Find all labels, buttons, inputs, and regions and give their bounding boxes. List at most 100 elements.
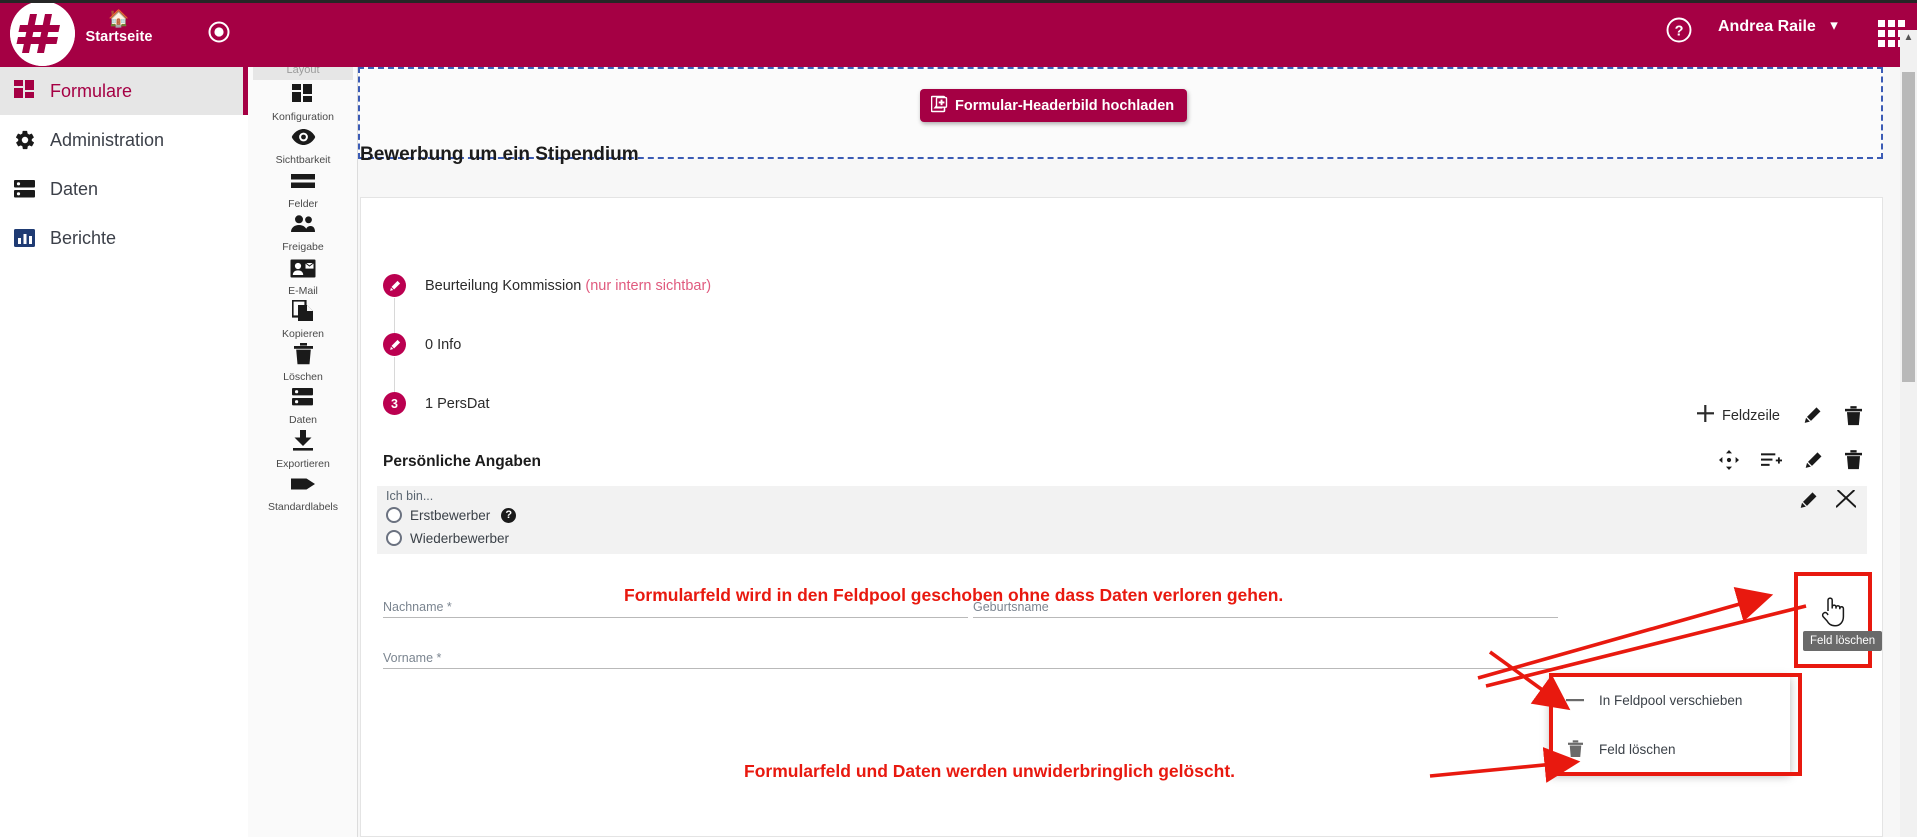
- page-title: Bewerbung um ein Stipendium: [360, 144, 639, 165]
- input-underline: [383, 617, 968, 618]
- rail-item-exportieren[interactable]: Exportieren: [248, 428, 358, 472]
- annotation-text-geloescht: Formularfeld und Daten werden unwiderbri…: [744, 761, 1236, 781]
- upload-header-image-button[interactable]: Formular-Headerbild hochladen: [920, 89, 1188, 122]
- secondary-icon-rail: Layout Konfiguration Sichtbarkeit Felder…: [248, 58, 358, 837]
- section-badge-pencil[interactable]: [383, 333, 406, 356]
- rail-item-label: Felder: [288, 198, 318, 210]
- close-x-icon[interactable]: [1836, 490, 1856, 510]
- mouse-pointer-hand-icon: [1821, 595, 1847, 634]
- section-note: (nur intern sichtbar): [585, 277, 712, 294]
- radio-option-erstbewerber[interactable]: Erstbewerber ?: [386, 507, 517, 523]
- sidebar-item-label: Formulare: [50, 80, 133, 101]
- annotation-highlight-box-context-menu: [1549, 673, 1802, 776]
- section-row[interactable]: 0 Info: [383, 333, 461, 356]
- window-top-strip: [0, 0, 1917, 3]
- rail-item-loeschen[interactable]: Löschen: [248, 341, 358, 385]
- upload-button-label: Formular-Headerbild hochladen: [955, 97, 1175, 114]
- sidebar-item-berichte[interactable]: Berichte: [0, 214, 248, 262]
- rail-item-label: Löschen: [283, 371, 323, 383]
- tooltip-feld-loeschen: Feld löschen: [1803, 631, 1883, 651]
- user-name-label: Andrea Raile: [1718, 18, 1816, 35]
- input-label: Vorname *: [383, 651, 442, 665]
- input-underline: [973, 617, 1558, 618]
- rail-item-label: E-Mail: [288, 285, 318, 297]
- section-badge-pencil[interactable]: [383, 274, 406, 297]
- rail-item-konfiguration[interactable]: Konfiguration: [248, 81, 358, 125]
- annotation-text-feldpool: Formularfeld wird in den Feldpool gescho…: [624, 585, 1284, 605]
- rail-item-freigabe[interactable]: Freigabe: [248, 211, 358, 255]
- database-icon: [14, 178, 44, 200]
- radio-button[interactable]: [386, 507, 402, 523]
- rail-item-kopieren[interactable]: Kopieren: [248, 298, 358, 342]
- hash-logo[interactable]: [10, 1, 75, 66]
- rail-item-sichtbarkeit[interactable]: Sichtbarkeit: [248, 124, 358, 168]
- home-label: Startseite: [85, 29, 153, 45]
- input-vorname[interactable]: Vorname *: [383, 644, 1563, 669]
- sidebar-item-daten[interactable]: Daten: [0, 165, 248, 213]
- field-row-toolbar: Feldzeile: [1696, 405, 1862, 426]
- question-mark-icon[interactable]: ?: [501, 507, 517, 523]
- radio-option-wiederbewerber[interactable]: Wiederbewerber: [386, 530, 509, 546]
- sidebar-item-formulare[interactable]: Formulare: [0, 67, 248, 115]
- help-icon[interactable]: ?: [1665, 16, 1693, 44]
- rail-item-daten[interactable]: Daten: [248, 384, 358, 428]
- contact-card-icon: [248, 255, 358, 281]
- sidebar-item-label: Administration: [50, 129, 165, 150]
- delete-group-trash-icon[interactable]: [1845, 450, 1862, 470]
- section-label: 0 Info: [425, 337, 461, 353]
- add-feldzeile-label: Feldzeile: [1721, 407, 1780, 424]
- group-toolbar: [1719, 450, 1862, 470]
- add-feldzeile-button[interactable]: Feldzeile: [1696, 405, 1780, 426]
- section-title: 0 Info: [425, 336, 462, 353]
- radio-label: Erstbewerber: [410, 507, 491, 523]
- section-row[interactable]: Beurteilung Kommission (nur intern sicht…: [383, 274, 711, 297]
- bar-chart-icon: [14, 227, 44, 249]
- add-row-icon[interactable]: [1761, 451, 1782, 470]
- sidebar-item-administration[interactable]: Administration: [0, 116, 248, 164]
- user-menu-button[interactable]: Andrea Raile ▾: [1718, 17, 1838, 36]
- rail-item-label: Daten: [288, 414, 318, 426]
- image-add-icon: [930, 95, 949, 117]
- tag-icon: [248, 471, 358, 497]
- rail-item-label: Kopieren: [281, 328, 325, 340]
- selected-field-block[interactable]: Ich bin... Erstbewerber ? Wiederbewerber: [377, 486, 1867, 554]
- primary-sidebar: Formulare Administration Daten Berichte: [0, 67, 248, 837]
- record-circle-icon[interactable]: [206, 19, 232, 45]
- input-label: Nachname *: [383, 600, 452, 614]
- rail-item-email[interactable]: E-Mail: [248, 255, 358, 299]
- field-block-toolbar: [1799, 490, 1861, 510]
- rail-item-label: Konfiguration: [272, 111, 334, 123]
- rail-item-label: Exportieren: [276, 458, 330, 470]
- rows-icon: [248, 168, 358, 194]
- plus-icon: [1696, 405, 1714, 426]
- section-label: Beurteilung Kommission (nur intern sicht…: [425, 278, 711, 294]
- edit-row-pencil-icon[interactable]: [1803, 406, 1822, 425]
- timeline-connector: [394, 298, 395, 336]
- scroll-up-arrow-icon[interactable]: ▲: [1902, 32, 1915, 46]
- svg-text:?: ?: [1675, 24, 1684, 40]
- edit-group-pencil-icon[interactable]: [1804, 451, 1823, 470]
- timeline-connector: [394, 357, 395, 395]
- top-header-bar: 🏠 Startseite ? Andrea Raile ▾: [0, 0, 1917, 67]
- delete-row-trash-icon[interactable]: [1845, 405, 1862, 426]
- vertical-scrollbar-thumb[interactable]: [1902, 72, 1915, 382]
- edit-field-pencil-icon[interactable]: [1799, 491, 1818, 510]
- sidebar-item-label: Berichte: [50, 227, 117, 248]
- rail-item-standardlabels[interactable]: Standardlabels: [248, 471, 358, 515]
- group-title: Persönliche Angaben: [383, 453, 541, 470]
- home-button[interactable]: 🏠 Startseite: [80, 10, 158, 46]
- rail-item-label: Standardlabels: [267, 501, 339, 513]
- field-label: Ich bin...: [386, 489, 434, 503]
- database-icon: [248, 384, 358, 410]
- section-row-active[interactable]: 3 1 PersDat: [383, 392, 489, 415]
- input-underline: [383, 668, 1563, 669]
- grid-squares-icon: [14, 80, 44, 102]
- radio-label: Wiederbewerber: [410, 530, 510, 546]
- move-arrows-icon[interactable]: [1719, 450, 1739, 470]
- rail-item-felder[interactable]: Felder: [248, 168, 358, 212]
- gear-icon: [14, 129, 44, 151]
- radio-button[interactable]: [386, 530, 402, 546]
- download-icon: [248, 428, 358, 454]
- section-badge-number[interactable]: 3: [383, 392, 406, 415]
- section-title: Beurteilung Kommission: [425, 277, 582, 294]
